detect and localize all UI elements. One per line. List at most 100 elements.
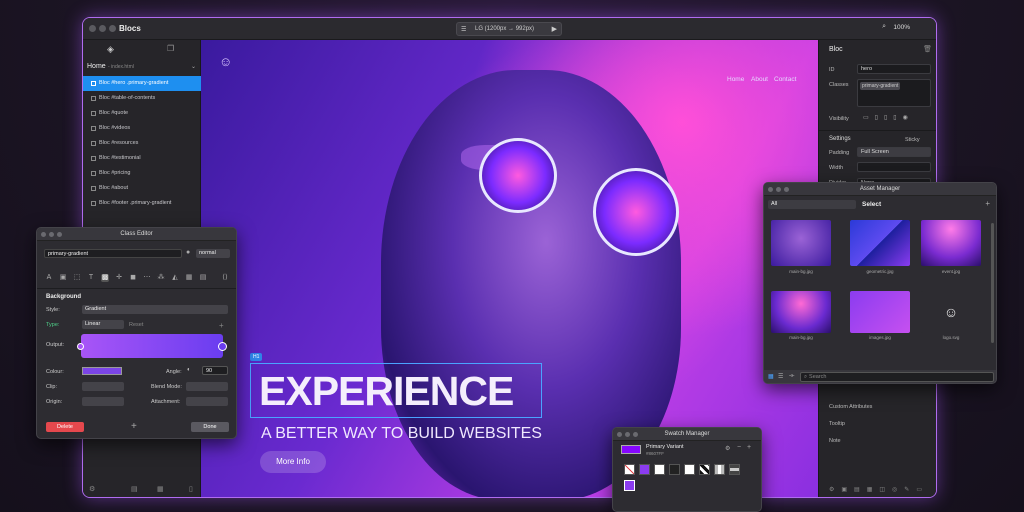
delete-button[interactable]: Delete xyxy=(46,422,84,432)
logo-asset-icon[interactable]: ☺ xyxy=(921,291,981,333)
remove-swatch-icon[interactable]: − xyxy=(737,444,741,451)
attachment-select[interactable] xyxy=(186,397,228,406)
asset-thumbnail[interactable] xyxy=(771,220,831,266)
asset-thumbnail[interactable] xyxy=(850,291,910,333)
zoom-panel-button[interactable] xyxy=(633,432,638,437)
id-field[interactable]: hero xyxy=(857,64,931,74)
trash-icon[interactable]: 🗑 xyxy=(923,45,932,53)
list-view-icon[interactable]: ☰ xyxy=(778,373,783,380)
gradient-output[interactable] xyxy=(81,334,223,358)
active-swatch-preview[interactable] xyxy=(621,445,641,454)
sidebar-item-quote[interactable]: Bloc #quote xyxy=(83,106,201,121)
zoom-level[interactable]: 100% xyxy=(893,24,910,31)
sidebar-item-about[interactable]: Bloc #about xyxy=(83,181,201,196)
grid-icon[interactable]: ▦ xyxy=(157,485,164,493)
class-name-field[interactable]: primary-gradient xyxy=(44,249,182,258)
layers-icon[interactable]: ◈ xyxy=(107,44,114,55)
scrollbar[interactable] xyxy=(991,223,994,343)
viewport-selector[interactable]: ☰ LG (1200px → 992px) ▶ xyxy=(456,22,562,36)
selected-color-swatch[interactable] xyxy=(624,480,635,491)
asset-thumbnail[interactable] xyxy=(771,291,831,333)
close-window-button[interactable] xyxy=(89,25,96,32)
filter-icon[interactable]: ◭ xyxy=(171,274,179,282)
gradient-stop-end[interactable] xyxy=(218,342,227,351)
zoom-panel-button[interactable] xyxy=(784,187,789,192)
effects-icon[interactable]: ⋯ xyxy=(143,274,151,282)
code-icon[interactable]: ⟨⟩ xyxy=(221,274,229,282)
pattern-swatch[interactable] xyxy=(699,464,710,475)
hero-subheadline[interactable]: A BETTER WAY TO BUILD WEBSITES xyxy=(261,425,542,443)
shadow-icon[interactable]: ◼ xyxy=(129,274,137,282)
clip-select[interactable] xyxy=(82,382,124,391)
minimize-panel-button[interactable] xyxy=(625,432,630,437)
settings-icon[interactable]: ⚙ xyxy=(89,485,95,493)
add-asset-icon[interactable]: + xyxy=(985,199,990,208)
origin-select[interactable] xyxy=(82,397,124,406)
box-icon[interactable]: ▣ xyxy=(59,274,67,282)
play-icon[interactable]: ▶ xyxy=(552,25,557,33)
color-swatch[interactable] xyxy=(684,464,695,475)
asset-filter-select[interactable]: All xyxy=(768,200,856,209)
color-swatch[interactable] xyxy=(669,464,680,475)
add-stop-icon[interactable]: + xyxy=(219,321,224,330)
sidebar-item-testimonial[interactable]: Bloc #testimonial xyxy=(83,151,201,166)
minimize-panel-button[interactable] xyxy=(49,232,54,237)
sidebar-item-pricing[interactable]: Bloc #pricing xyxy=(83,166,201,181)
asset-thumbnail[interactable] xyxy=(921,220,981,266)
layout-icon[interactable]: ▤ xyxy=(199,274,207,282)
pattern-swatch[interactable] xyxy=(729,464,740,475)
note-row[interactable]: Note xyxy=(829,438,841,444)
nav-link-about[interactable]: About xyxy=(751,76,768,83)
zoom-panel-button[interactable] xyxy=(57,232,62,237)
search-icon[interactable]: ⌕ xyxy=(882,23,886,31)
close-panel-button[interactable] xyxy=(617,432,622,437)
type-select[interactable]: Linear xyxy=(82,320,124,329)
asset-thumbnail[interactable] xyxy=(850,220,910,266)
colour-swatch[interactable] xyxy=(82,367,122,375)
classes-field[interactable]: primary-gradient xyxy=(857,79,931,107)
done-button[interactable]: Done xyxy=(191,422,229,432)
style-select[interactable]: Gradient xyxy=(82,305,228,314)
gradient-stop-start[interactable] xyxy=(77,343,84,350)
device-icon[interactable]: ▯ xyxy=(189,485,193,493)
state-select[interactable]: normal xyxy=(196,249,230,258)
asset-search-input[interactable]: ⌕ Search xyxy=(800,372,994,382)
grid-icon[interactable]: ▦ xyxy=(185,274,193,282)
grid-view-icon[interactable]: ▦ xyxy=(768,373,774,380)
info-icon[interactable]: ● xyxy=(186,249,190,256)
tooltip-row[interactable]: Tooltip xyxy=(829,421,845,427)
sidebar-item-videos[interactable]: Bloc #videos xyxy=(83,121,201,136)
sidebar-item-hero[interactable]: Bloc #hero .primary-gradient xyxy=(83,76,201,91)
pattern-swatch[interactable] xyxy=(714,464,725,475)
background-icon[interactable]: ▩ xyxy=(101,274,109,282)
transform-icon[interactable]: ⁂ xyxy=(157,274,165,282)
chevron-down-icon[interactable]: ⌄ xyxy=(191,63,196,70)
type-icon[interactable]: T xyxy=(87,274,95,282)
color-swatch[interactable] xyxy=(639,464,650,475)
no-color-swatch[interactable] xyxy=(624,464,635,475)
hero-headline[interactable]: EXPERIENCE xyxy=(259,368,514,415)
custom-attributes-row[interactable]: Custom Attributes xyxy=(829,404,872,410)
minimize-panel-button[interactable] xyxy=(776,187,781,192)
position-icon[interactable]: ✛ xyxy=(115,274,123,282)
text-icon[interactable]: A xyxy=(45,274,53,282)
color-swatch[interactable] xyxy=(654,464,665,475)
sidebar-item-footer[interactable]: Bloc #footer .primary-gradient xyxy=(83,196,201,211)
add-icon[interactable]: + xyxy=(131,421,137,432)
site-logo-icon[interactable]: ☺ xyxy=(219,54,232,69)
nav-link-contact[interactable]: Contact xyxy=(774,76,796,83)
border-icon[interactable]: ⬚ xyxy=(73,274,81,282)
page-name[interactable]: Home xyxy=(87,63,106,70)
width-toggle[interactable] xyxy=(857,162,931,172)
more-info-button[interactable]: More Info xyxy=(260,451,326,473)
visibility-toggles[interactable]: ▭▯▯▯◉ xyxy=(863,114,914,121)
menu-icon[interactable]: ☰ xyxy=(461,26,466,33)
maximize-window-button[interactable] xyxy=(109,25,116,32)
folder-icon[interactable]: ⟛ xyxy=(789,373,794,380)
angle-dial-icon[interactable]: ◐ xyxy=(187,367,191,373)
panel-footer-icons[interactable]: ⚙▣▤▦◫◎✎▭ xyxy=(829,486,929,493)
reset-button[interactable]: Reset xyxy=(129,322,143,328)
sidebar-item-resources[interactable]: Bloc #resources xyxy=(83,136,201,151)
close-panel-button[interactable] xyxy=(768,187,773,192)
nav-link-home[interactable]: Home xyxy=(727,76,744,83)
